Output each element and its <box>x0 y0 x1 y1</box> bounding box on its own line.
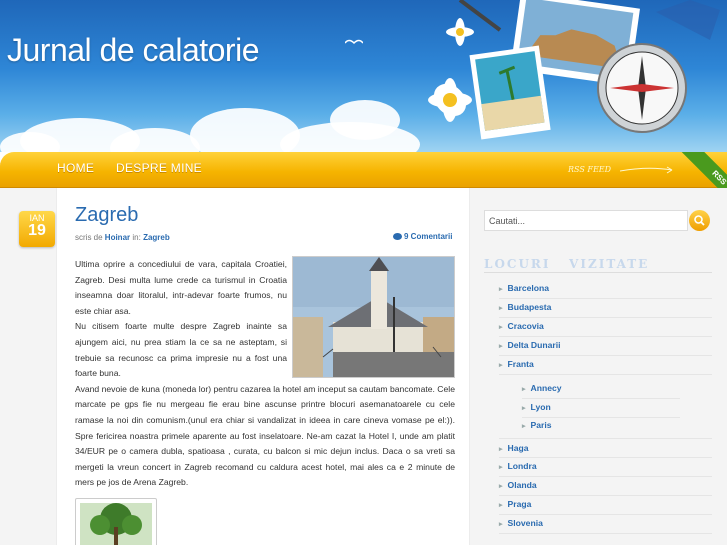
location-link-franta[interactable]: Franta <box>499 359 534 369</box>
post-comments-count: 9 Comentarii <box>404 232 453 241</box>
divider <box>499 438 712 439</box>
location-link-olanda[interactable]: Olanda <box>499 480 537 490</box>
post-category-link[interactable]: Zagreb <box>143 233 170 242</box>
post-paragraph: Ultima oprire a concediului de vara, cap… <box>75 259 287 316</box>
post-thumbnail-tree[interactable] <box>75 498 157 545</box>
divider <box>499 457 712 458</box>
site-header: Jurnal de calatorie <box>0 0 727 152</box>
post-paragraph: Nu citisem foarte multe despre Zagreb in… <box>75 321 287 379</box>
post-paragraph: Avand nevoie de kuna (moneda lor) pentru… <box>75 383 455 488</box>
location-link-paris[interactable]: Paris <box>522 420 552 430</box>
seagull-icon <box>345 39 363 45</box>
post-meta: scris de Hoinar in: Zagreb <box>75 233 170 242</box>
post-meta-in: in: <box>132 233 141 242</box>
search-button[interactable] <box>689 210 710 231</box>
divider <box>484 272 712 273</box>
post-photo-church[interactable] <box>292 256 455 378</box>
location-link-delta-dunarii[interactable]: Delta Dunarii <box>499 340 561 350</box>
divider <box>522 417 680 418</box>
divider <box>499 533 712 534</box>
divider <box>499 476 712 477</box>
divider <box>499 298 712 299</box>
location-link-slovenia[interactable]: Slovenia <box>499 518 543 528</box>
location-link-cracovia[interactable]: Cracovia <box>499 321 544 331</box>
divider <box>499 355 712 356</box>
location-link-haga[interactable]: Haga <box>499 443 529 453</box>
post-title[interactable]: Zagreb <box>75 204 138 227</box>
location-link-annecy[interactable]: Annecy <box>522 383 562 393</box>
main-nav: HOME DESPRE MINE RSS FEED <box>0 152 727 188</box>
search-input[interactable]: Cautati... <box>484 210 688 231</box>
site-title[interactable]: Jurnal de calatorie <box>7 32 259 69</box>
post-meta-prefix: scris de <box>75 233 103 242</box>
nav-despre-mine[interactable]: DESPRE MINE <box>116 161 202 175</box>
divider <box>499 374 712 375</box>
travel-collage-image <box>428 0 720 140</box>
post-date-day: 19 <box>28 222 46 239</box>
comment-bubble-icon <box>393 233 402 240</box>
divider <box>499 514 712 515</box>
location-link-budapesta[interactable]: Budapesta <box>499 302 552 312</box>
location-link-lyon[interactable]: Lyon <box>522 402 551 412</box>
post-comments-link[interactable]: 9 Comentarii <box>393 232 452 241</box>
widget-title-locuri-vizitate: LOCURI VIZITATE <box>484 257 650 271</box>
post-date-badge: IAN 19 <box>19 211 55 247</box>
location-link-praga[interactable]: Praga <box>499 499 532 509</box>
divider <box>499 336 712 337</box>
location-link-barcelona[interactable]: Barcelona <box>499 283 550 293</box>
rss-feed-link[interactable]: RSS FEED <box>568 165 611 174</box>
divider <box>499 317 712 318</box>
location-link-londra[interactable]: Londra <box>499 461 537 471</box>
divider <box>522 398 680 399</box>
nav-home[interactable]: HOME <box>57 161 94 175</box>
divider <box>499 495 712 496</box>
post-author-link[interactable]: Hoinar <box>105 233 130 242</box>
search-icon <box>694 215 705 226</box>
